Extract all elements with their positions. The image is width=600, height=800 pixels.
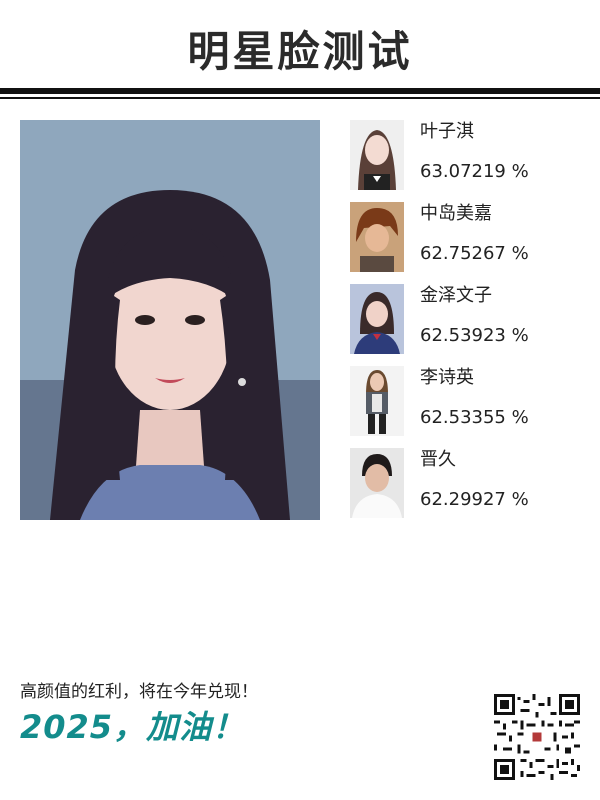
header-divider-thick — [0, 88, 600, 94]
match-item-1: 叶子淇 63.07219 % — [350, 120, 590, 192]
match-name: 金泽文子 — [420, 285, 492, 306]
match-name: 晋久 — [420, 449, 456, 470]
match-item-4: 李诗英 62.53355 % — [350, 366, 590, 438]
match-thumbnail — [350, 448, 404, 518]
match-thumbnail — [350, 366, 404, 436]
match-name: 中岛美嘉 — [420, 203, 492, 224]
footer-caption: 高颜值的红利，将在今年兑现！ — [20, 682, 258, 702]
match-item-5: 晋久 62.29927 % — [350, 448, 590, 520]
match-score: 63.07219 % — [420, 161, 529, 182]
page-title: 明星脸测试 — [187, 27, 413, 76]
match-item-2: 中岛美嘉 62.75267 % — [350, 202, 590, 274]
match-thumbnail — [350, 120, 404, 190]
match-name: 叶子淇 — [420, 121, 474, 142]
match-score: 62.75267 % — [420, 243, 529, 264]
header-divider-thin — [0, 97, 600, 99]
match-thumbnail — [350, 284, 404, 354]
match-thumbnail — [350, 202, 404, 272]
match-item-3: 金泽文子 62.53923 % — [350, 284, 590, 356]
footer-slogan: 2025，加油！ — [20, 708, 246, 746]
match-score: 62.29927 % — [420, 489, 529, 510]
qr-code — [494, 694, 580, 780]
match-name: 李诗英 — [420, 367, 474, 388]
match-score: 62.53355 % — [420, 407, 529, 428]
uploaded-face-photo — [20, 120, 320, 520]
match-score: 62.53923 % — [420, 325, 529, 346]
